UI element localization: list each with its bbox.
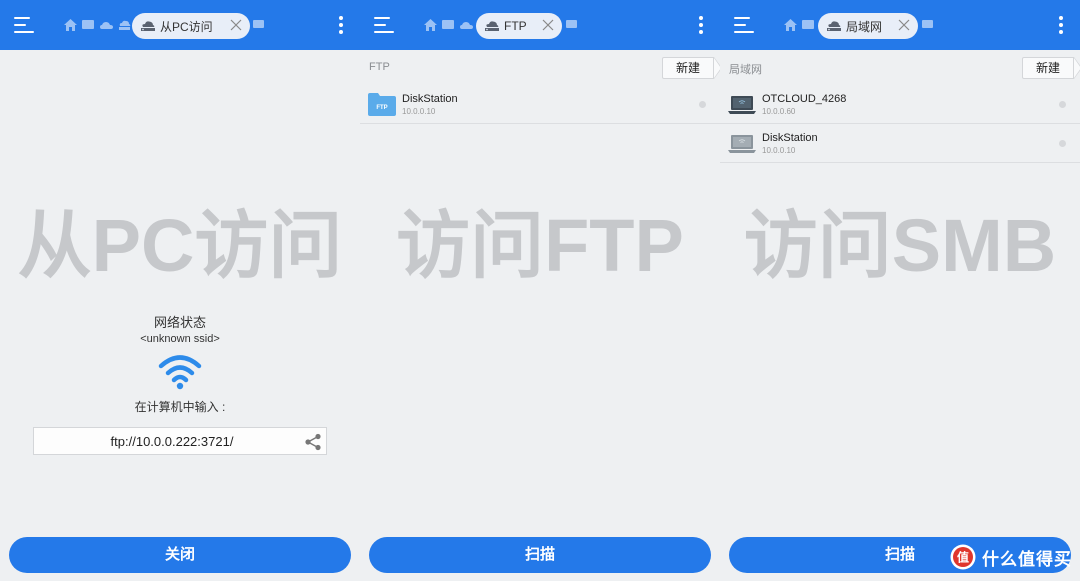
- panel-lan: 局域网 局域网 新建 OTCLOUD_4268 10.0.0.60 DiskSt…: [720, 0, 1080, 581]
- message-icon[interactable]: [253, 20, 264, 30]
- item-name: DiskStation: [762, 132, 818, 144]
- brand-watermark: 值 什么值得买: [950, 542, 1072, 572]
- panel-pc-access: 从PC访问 从PC访问 网络状态 <unknown ssid> 在计算机中输入 …: [0, 0, 360, 581]
- ftp-url-field[interactable]: ftp://10.0.0.222:3721/: [33, 427, 327, 455]
- ftp-folder-icon: FTP: [368, 93, 396, 116]
- message-icon[interactable]: [802, 19, 815, 31]
- svg-text:值: 值: [957, 550, 969, 565]
- home-icon[interactable]: [784, 19, 797, 31]
- more-options-icon[interactable]: [698, 16, 704, 36]
- item-name: OTCLOUD_4268: [762, 93, 847, 105]
- new-button[interactable]: 新建: [662, 57, 720, 79]
- close-icon[interactable]: [542, 19, 554, 31]
- close-icon[interactable]: [230, 19, 242, 31]
- breadcrumb: [424, 16, 473, 34]
- laptop-icon: [728, 135, 756, 153]
- svg-text:FTP: FTP: [376, 105, 387, 111]
- more-options-icon[interactable]: [338, 16, 344, 36]
- status-dot: [699, 101, 706, 108]
- menu-icon[interactable]: [14, 15, 36, 35]
- breadcrumb: [784, 16, 815, 34]
- item-address: 10.0.0.10: [402, 107, 436, 116]
- cloud-icon[interactable]: [460, 19, 473, 31]
- cloud-computer-icon[interactable]: [118, 19, 131, 31]
- cloud-computer-icon: [485, 21, 499, 31]
- ftp-url-text: ftp://10.0.0.222:3721/: [110, 434, 234, 449]
- top-bar: FTP: [360, 0, 720, 50]
- watermark: 从PC访问: [17, 204, 343, 287]
- enter-in-computer-label: 在计算机中输入 :: [134, 400, 226, 414]
- item-address: 10.0.0.60: [762, 107, 796, 116]
- status-dot: [1059, 101, 1066, 108]
- item-address: 10.0.0.10: [762, 146, 796, 155]
- scan-button[interactable]: 扫描: [369, 537, 711, 573]
- list-item[interactable]: FTP DiskStation 10.0.0.10: [360, 86, 720, 124]
- watermark: 访问FTP: [396, 204, 684, 287]
- menu-icon[interactable]: [734, 15, 756, 35]
- list-item[interactable]: DiskStation 10.0.0.10: [720, 125, 1080, 163]
- wifi-icon: [158, 355, 202, 390]
- list-item[interactable]: OTCLOUD_4268 10.0.0.60: [720, 86, 1080, 124]
- cloud-icon[interactable]: [100, 19, 113, 31]
- cloud-computer-icon: [827, 21, 841, 31]
- brand-text: 什么值得买: [982, 549, 1072, 569]
- close-icon[interactable]: [898, 19, 910, 31]
- home-icon[interactable]: [64, 19, 77, 31]
- laptop-icon: [728, 96, 756, 114]
- tab-lan[interactable]: 局域网: [818, 13, 918, 39]
- section-title: 局域网: [729, 64, 762, 76]
- close-button[interactable]: 关闭: [9, 537, 351, 573]
- cloud-computer-icon: [141, 21, 155, 31]
- new-button[interactable]: 新建: [1022, 57, 1080, 79]
- network-status-label: 网络状态: [153, 315, 206, 330]
- tab-pc-access[interactable]: 从PC访问: [132, 13, 250, 39]
- item-name: DiskStation: [402, 93, 458, 105]
- message-icon[interactable]: [442, 19, 455, 31]
- tab-label: 从PC访问: [160, 19, 213, 34]
- home-icon[interactable]: [424, 19, 437, 31]
- zhi-logo-icon: 值: [950, 544, 976, 570]
- section-title: FTP: [369, 61, 390, 73]
- more-options-icon[interactable]: [1058, 16, 1064, 36]
- share-icon[interactable]: [304, 433, 322, 451]
- message-icon[interactable]: [566, 20, 577, 30]
- watermark: 访问SMB: [743, 204, 1057, 287]
- tab-label: 局域网: [846, 19, 883, 34]
- tab-ftp[interactable]: FTP: [476, 13, 562, 39]
- status-dot: [1059, 140, 1066, 147]
- top-bar: 从PC访问: [0, 0, 360, 50]
- menu-icon[interactable]: [374, 15, 396, 35]
- ssid-text: <unknown ssid>: [140, 333, 220, 345]
- panel-ftp: FTP FTP 新建 FTP DiskStation 10.0.0.10 访问F…: [360, 0, 720, 581]
- breadcrumb: [64, 16, 131, 34]
- top-bar: 局域网: [720, 0, 1080, 50]
- tab-label: FTP: [504, 19, 527, 33]
- message-icon[interactable]: [82, 19, 95, 31]
- message-icon[interactable]: [922, 20, 933, 30]
